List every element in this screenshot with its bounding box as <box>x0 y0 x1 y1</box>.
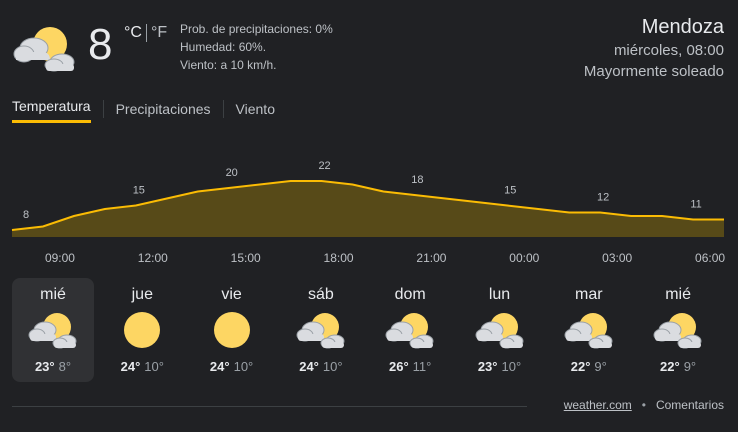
unit-fahrenheit[interactable]: °F <box>151 24 167 42</box>
day-card[interactable]: lun 23° 10° <box>459 278 541 382</box>
sunny-icon <box>213 312 250 348</box>
current-temperature: 8 <box>88 20 113 69</box>
chart-value-label: 15 <box>504 185 516 197</box>
day-high: 23° <box>477 359 498 374</box>
day-temps: 24° 10° <box>101 358 183 376</box>
day-name: lun <box>488 286 511 303</box>
day-temps: 22° 9° <box>548 358 630 376</box>
partly-sunny-icon <box>296 313 345 349</box>
metric-tabs: Temperatura Precipitaciones Viento <box>12 96 275 123</box>
chart-time-label: 18:00 <box>324 251 354 265</box>
day-low: 10° <box>144 359 164 374</box>
tab-viento[interactable]: Viento <box>236 99 275 119</box>
tab-divider <box>102 100 104 118</box>
chart-time-label: 21:00 <box>416 251 446 265</box>
day-temps: 26° 11° <box>369 358 451 376</box>
daily-forecast: mié 23° 8° jue 24° 10° vie 24° 10° sáb 24° 10° dom 26… <box>12 278 732 382</box>
chart-value-label: 20 <box>226 167 238 179</box>
day-card[interactable]: sáb 24° 10° <box>280 278 362 382</box>
day-name: mié <box>40 286 66 303</box>
day-high: 22° <box>570 359 591 374</box>
humidity: Humedad: 60%. <box>180 40 267 54</box>
unit-celsius[interactable]: °C <box>124 24 142 42</box>
tab-divider <box>222 100 224 118</box>
day-low: 10° <box>233 359 254 374</box>
tab-temperatura[interactable]: Temperatura <box>12 96 91 123</box>
day-name: mié <box>665 286 691 303</box>
partly-sunny-icon <box>475 313 523 349</box>
footer-dot: • <box>641 398 646 412</box>
chart-time-label: 15:00 <box>231 251 261 265</box>
tab-precipitaciones[interactable]: Precipitaciones <box>116 99 211 119</box>
current-details: Prob. de precipitaciones: 0% Humedad: 60… <box>180 20 333 74</box>
chart-value-label: 8 <box>23 209 29 221</box>
temperature-area <box>12 181 724 237</box>
weather-source-link[interactable]: weather.com <box>564 398 632 412</box>
day-name: mar <box>575 286 603 303</box>
location-datetime: miércoles, 08:00 <box>613 42 724 59</box>
day-card[interactable]: vie 24° 10° <box>191 278 273 382</box>
day-low: 9° <box>683 359 697 374</box>
partly-sunny-icon <box>564 313 613 349</box>
sunny-icon <box>124 312 161 348</box>
partly-sunny-icon <box>13 27 75 72</box>
day-high: 24° <box>209 359 230 374</box>
temperature-chart[interactable]: 8 15 20 22 18 15 12 11 09:00 12:00 15:00 18:00 21:00… <box>0 150 738 270</box>
footer-divider <box>12 406 527 407</box>
day-high: 23° <box>34 359 55 374</box>
day-name: vie <box>221 286 242 303</box>
precip-probability: Prob. de precipitaciones: 0% <box>180 22 333 36</box>
day-name: sáb <box>307 286 334 303</box>
location-condition: Mayormente soleado <box>583 63 724 80</box>
unit-toggle: °C °F <box>124 24 167 42</box>
chart-value-label: 11 <box>690 199 701 211</box>
day-card[interactable]: dom 26° 11° <box>369 278 451 382</box>
chart-value-label: 15 <box>133 185 145 197</box>
day-low: 10° <box>501 359 522 374</box>
chart-time-label: 06:00 <box>695 251 725 265</box>
feedback-link[interactable]: Comentarios <box>656 398 724 412</box>
day-low: 9° <box>594 359 607 374</box>
chart-value-label: 12 <box>597 192 609 204</box>
day-card[interactable]: jue 24° 10° <box>101 278 183 382</box>
chart-time-label: 00:00 <box>509 251 539 265</box>
chart-value-label: 18 <box>411 174 423 186</box>
day-low: 10° <box>322 359 343 374</box>
day-temps: 24° 10° <box>191 358 273 376</box>
chart-time-label: 09:00 <box>45 251 75 265</box>
day-card[interactable]: mar 22° 9° <box>548 278 630 382</box>
day-temps: 23° 10° <box>459 358 541 376</box>
chart-time-label: 03:00 <box>602 251 632 265</box>
day-high: 24° <box>120 359 141 374</box>
day-temps: 22° 9° <box>637 358 719 376</box>
day-high: 22° <box>660 359 680 374</box>
day-high: 26° <box>389 359 409 374</box>
partly-sunny-icon <box>385 313 434 349</box>
day-low: 8° <box>58 359 72 374</box>
location-block: Mendoza miércoles, 08:00 Mayormente sole… <box>584 14 724 82</box>
day-name: jue <box>131 286 153 303</box>
chart-value-label: 22 <box>318 160 330 172</box>
day-card[interactable]: mié 23° 8° <box>12 278 94 382</box>
partly-sunny-icon <box>653 313 702 349</box>
footer: weather.com • Comentarios <box>564 398 724 412</box>
day-name: dom <box>394 286 426 303</box>
partly-sunny-icon <box>28 313 77 349</box>
day-temps: 23° 8° <box>12 358 94 376</box>
chart-time-label: 12:00 <box>138 251 168 265</box>
location-city: Mendoza <box>641 16 724 38</box>
day-card[interactable]: mié 22° 9° <box>637 278 719 382</box>
day-temps: 24° 10° <box>280 358 362 376</box>
day-high: 24° <box>299 359 319 374</box>
unit-separator <box>145 24 147 42</box>
day-low: 11° <box>412 359 432 374</box>
wind: Viento: a 10 km/h. <box>180 58 277 72</box>
